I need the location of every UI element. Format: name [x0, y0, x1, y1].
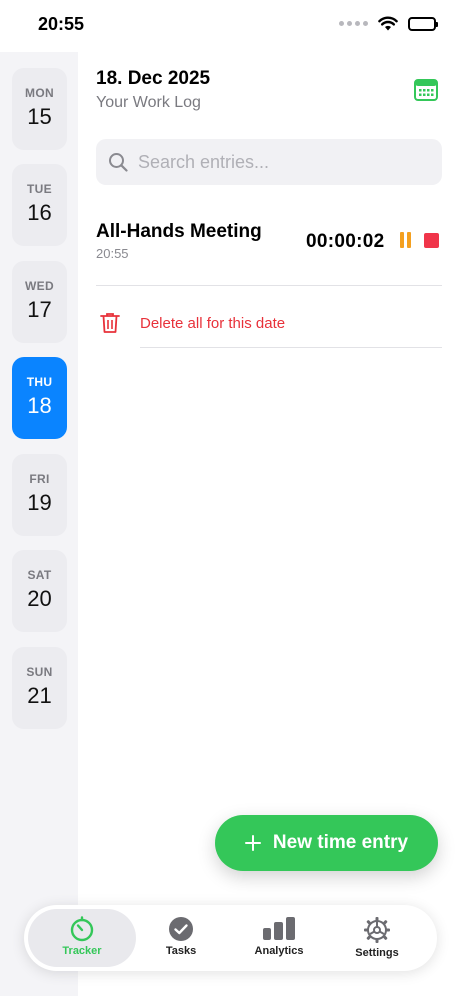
tab-analytics[interactable]: Analytics	[230, 909, 328, 967]
plus-icon	[244, 835, 261, 851]
day-of-month: 16	[27, 200, 52, 225]
delete-all-button[interactable]: Delete all for this date	[96, 300, 442, 348]
tab-settings[interactable]: Settings	[330, 909, 424, 967]
day-of-month: 21	[27, 683, 52, 708]
trash-icon	[100, 313, 120, 333]
new-time-entry-label: New time entry	[272, 832, 409, 853]
day-of-week: MON	[25, 86, 54, 100]
day-card-mon[interactable]: MON 15	[12, 68, 67, 150]
checkmark-circle-icon	[169, 917, 193, 941]
page-subtitle: Your Work Log	[96, 94, 201, 111]
day-of-month: 15	[27, 104, 52, 129]
tab-label: Tasks	[165, 945, 197, 957]
day-card-tue[interactable]: TUE 16	[12, 164, 67, 246]
battery-icon	[408, 16, 438, 31]
day-sidebar: MON 15 TUE 16 WED 17 THU 18 FRI 19 SAT 2…	[0, 52, 78, 996]
day-card-thu-selected[interactable]: THU 18	[12, 357, 67, 439]
day-card-wed[interactable]: WED 17	[12, 261, 67, 343]
day-of-month: 18	[27, 393, 52, 418]
stop-icon[interactable]	[424, 233, 439, 248]
entry-start-time: 20:55	[96, 246, 129, 261]
status-time: 20:55	[38, 14, 85, 34]
day-of-month: 20	[27, 586, 52, 611]
divider	[140, 347, 442, 348]
status-icons	[339, 16, 438, 31]
tab-label: Settings	[355, 947, 399, 959]
cellular-signal-icon	[339, 21, 368, 26]
status-bar: 20:55	[0, 0, 460, 52]
wifi-icon	[378, 16, 398, 31]
tab-tracker[interactable]: Tracker	[28, 909, 136, 967]
day-card-sun[interactable]: SUN 21	[12, 647, 67, 729]
pause-icon[interactable]	[399, 232, 413, 248]
bar-chart-icon	[263, 917, 295, 940]
entry-timer: 00:00:02	[306, 231, 385, 252]
search-input[interactable]	[138, 151, 418, 173]
tab-label: Tracker	[62, 945, 102, 957]
day-of-week: FRI	[29, 472, 50, 486]
delete-all-label: Delete all for this date	[140, 315, 286, 332]
day-of-week: WED	[25, 279, 54, 293]
tab-label: Analytics	[254, 945, 304, 957]
entry-title: All-Hands Meeting	[96, 221, 262, 242]
search-bar[interactable]	[96, 139, 442, 185]
stopwatch-icon	[70, 916, 94, 942]
day-of-week: THU	[26, 375, 53, 389]
day-of-week: TUE	[27, 182, 52, 196]
tab-tasks[interactable]: Tasks	[134, 909, 228, 967]
day-card-fri[interactable]: FRI 19	[12, 454, 67, 536]
day-of-month: 19	[27, 490, 52, 515]
gear-icon	[364, 917, 390, 943]
page-title-date: 18. Dec 2025	[96, 68, 211, 89]
tab-bar: Tracker Tasks Analytics Settings	[24, 905, 437, 971]
search-icon	[109, 153, 128, 172]
day-card-sat[interactable]: SAT 20	[12, 550, 67, 632]
day-of-week: SUN	[26, 665, 53, 679]
day-of-week: SAT	[27, 568, 52, 582]
day-of-month: 17	[27, 297, 52, 322]
calendar-icon[interactable]	[413, 77, 439, 103]
time-entry-row[interactable]: All-Hands Meeting 20:55 00:00:02	[96, 212, 442, 286]
new-time-entry-button[interactable]: New time entry	[215, 815, 438, 871]
